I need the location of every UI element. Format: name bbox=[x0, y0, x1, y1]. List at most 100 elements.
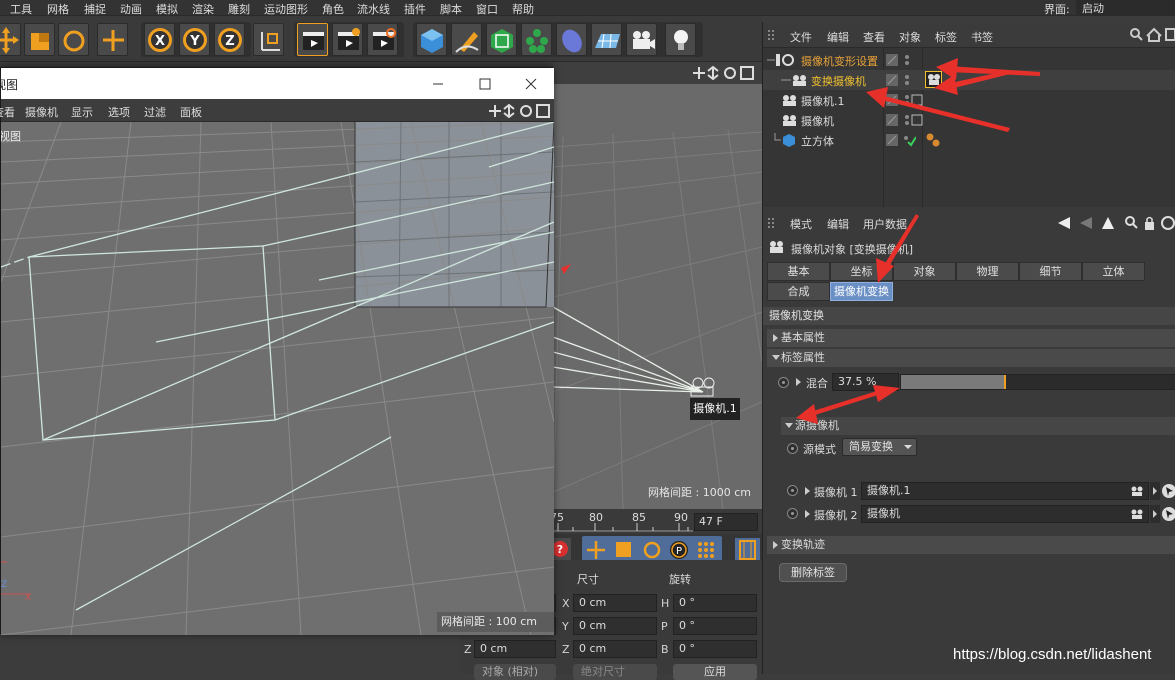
size-mode-select[interactable]: 绝对尺寸 bbox=[573, 664, 657, 680]
rotation-b-field[interactable]: 0 ° bbox=[673, 640, 757, 658]
timeline-button[interactable] bbox=[735, 538, 760, 562]
menu-item-pipeline[interactable]: 流水线 bbox=[357, 1, 390, 17]
menu-item-script[interactable]: 脚本 bbox=[440, 1, 462, 17]
source-mode-radio[interactable] bbox=[787, 443, 798, 454]
render-settings-button[interactable] bbox=[367, 23, 398, 56]
tab-object[interactable]: 对象 bbox=[893, 262, 956, 281]
rotation-p-field[interactable]: 0 ° bbox=[673, 617, 757, 635]
attr-menu-edit[interactable]: 编辑 bbox=[827, 216, 849, 232]
size-z-field[interactable]: 0 cm bbox=[573, 640, 657, 658]
camera-2-pick-button[interactable] bbox=[1162, 505, 1175, 523]
size-x-field[interactable]: 0 cm bbox=[573, 594, 657, 612]
help-button[interactable]: ? bbox=[551, 538, 571, 560]
object-row-camera-morph-null[interactable]: 摄像机变形设置 bbox=[763, 50, 1175, 70]
tab-physical[interactable]: 物理 bbox=[956, 262, 1019, 281]
om-menu-file[interactable]: 文件 bbox=[790, 29, 812, 45]
menu-item-mograph[interactable]: 运动图形 bbox=[264, 1, 308, 17]
tab-compositing[interactable]: 合成 bbox=[767, 282, 830, 301]
menu-item-snap[interactable]: 捕捉 bbox=[84, 1, 106, 17]
visibility-toggle-icon[interactable] bbox=[886, 133, 916, 147]
cloner-button[interactable] bbox=[521, 23, 552, 56]
tab-stereoscopic[interactable]: 立体 bbox=[1082, 262, 1145, 281]
object-row-camera-1[interactable]: 摄像机.1 bbox=[763, 90, 1175, 110]
object-row-camera[interactable]: 摄像机 bbox=[763, 110, 1175, 130]
om-menu-tags[interactable]: 标签 bbox=[935, 29, 957, 45]
visibility-toggle-icon[interactable] bbox=[886, 53, 916, 67]
blend-field[interactable]: 37.5 % bbox=[832, 373, 899, 391]
move-tool-button[interactable] bbox=[0, 23, 21, 56]
window-titlebar[interactable]: 视图 bbox=[0, 68, 554, 99]
menu-item-render[interactable]: 渲染 bbox=[192, 1, 214, 17]
camera-viewport[interactable]: Z X 视图 网格间距 : 100 cm bbox=[1, 122, 554, 635]
vmenu-cameras[interactable]: 摄像机 bbox=[25, 104, 58, 120]
camera-1-menu-button[interactable] bbox=[1150, 482, 1160, 500]
main-viewport[interactable]: 摄像机.1 网格间距 : 1000 cm bbox=[553, 62, 762, 509]
om-menu-objects[interactable]: 对象 bbox=[899, 29, 921, 45]
visibility-toggle-icon[interactable] bbox=[886, 73, 916, 87]
tab-camera-morph[interactable]: 摄像机变换 bbox=[830, 282, 893, 301]
size-y-field[interactable]: 0 cm bbox=[573, 617, 657, 635]
y-axis-button[interactable]: Y bbox=[179, 23, 210, 56]
tab-basic[interactable]: 基本 bbox=[767, 262, 830, 281]
menu-item-simulate[interactable]: 模拟 bbox=[156, 1, 178, 17]
floor-button[interactable] bbox=[591, 23, 622, 56]
group-morph-path[interactable]: 变换轨迹 bbox=[767, 536, 1175, 554]
menu-item-window[interactable]: 窗口 bbox=[476, 1, 498, 17]
morph-camera-tag[interactable] bbox=[925, 71, 942, 88]
timeline-ruler[interactable]: 75 80 85 90 47 F bbox=[550, 509, 762, 534]
animate-blend-radio[interactable] bbox=[778, 377, 789, 388]
camera-1-pick-button[interactable] bbox=[1162, 482, 1175, 500]
x-axis-button[interactable]: X bbox=[144, 23, 175, 56]
blend-slider-handle[interactable] bbox=[1004, 375, 1006, 389]
menu-item-character[interactable]: 角色 bbox=[322, 1, 344, 17]
visibility-toggle-icon[interactable] bbox=[886, 93, 926, 107]
attr-menu-mode[interactable]: 模式 bbox=[790, 216, 812, 232]
vmenu-display[interactable]: 显示 bbox=[71, 104, 93, 120]
om-menu-bookmarks[interactable]: 书签 bbox=[971, 29, 993, 45]
menu-item-tools[interactable]: 工具 bbox=[10, 1, 32, 17]
vmenu-filter[interactable]: 过滤 bbox=[144, 104, 166, 120]
object-row-cube[interactable]: 立方体 bbox=[763, 130, 1175, 150]
z-axis-button[interactable]: Z bbox=[214, 23, 245, 56]
camera-2-link-field[interactable]: 摄像机 bbox=[861, 505, 1149, 523]
menu-item-animate[interactable]: 动画 bbox=[120, 1, 142, 17]
visibility-toggle-icon[interactable] bbox=[886, 113, 926, 127]
light-button[interactable] bbox=[665, 23, 696, 56]
vmenu-options[interactable]: 选项 bbox=[108, 104, 130, 120]
camera-2-menu-button[interactable] bbox=[1150, 505, 1160, 523]
apply-button[interactable]: 应用 bbox=[673, 664, 757, 680]
pen-button[interactable] bbox=[451, 23, 482, 56]
menu-item-help[interactable]: 帮助 bbox=[512, 1, 534, 17]
group-basic-properties[interactable]: 基本属性 bbox=[767, 329, 1175, 347]
group-tag-properties[interactable]: 标签属性 bbox=[767, 349, 1175, 367]
menu-item-plugins[interactable]: 插件 bbox=[404, 1, 426, 17]
object-row-morph-camera[interactable]: 变换摄像机 bbox=[763, 70, 1175, 90]
delete-tag-button[interactable]: 删除标签 bbox=[779, 563, 847, 582]
rotate-tool-button[interactable] bbox=[58, 23, 89, 56]
position-z-field[interactable]: 0 cm bbox=[474, 640, 556, 658]
om-menu-view[interactable]: 查看 bbox=[863, 29, 885, 45]
tab-details[interactable]: 细节 bbox=[1019, 262, 1082, 281]
menu-item-mesh[interactable]: 网格 bbox=[47, 1, 69, 17]
cube-button[interactable] bbox=[416, 23, 447, 56]
camera-1-link-field[interactable]: 摄像机.1 bbox=[861, 482, 1149, 500]
vmenu-view[interactable]: 查看 bbox=[0, 104, 15, 120]
viewport-nav-icons[interactable] bbox=[693, 66, 758, 80]
camera-2-radio[interactable] bbox=[787, 508, 798, 519]
attr-menu-userdata[interactable]: 用户数据 bbox=[863, 216, 907, 232]
blend-slider[interactable] bbox=[900, 374, 1175, 390]
rotation-h-field[interactable]: 0 ° bbox=[673, 594, 757, 612]
vmenu-panel[interactable]: 面板 bbox=[180, 104, 202, 120]
menu-item-sculpt[interactable]: 雕刻 bbox=[228, 1, 250, 17]
coordinate-mode-select[interactable]: 对象 (相对) bbox=[474, 664, 556, 680]
live-select-button[interactable] bbox=[97, 23, 128, 56]
deformer-button[interactable] bbox=[556, 23, 587, 56]
scale-tool-button[interactable] bbox=[24, 23, 55, 56]
om-menu-edit[interactable]: 编辑 bbox=[827, 29, 849, 45]
subdivision-button[interactable] bbox=[486, 23, 517, 56]
tab-coord[interactable]: 坐标 bbox=[830, 262, 893, 281]
camera-button[interactable] bbox=[626, 23, 657, 56]
render-picture-viewer-button[interactable] bbox=[332, 23, 363, 56]
frame-field[interactable]: 47 F bbox=[694, 513, 758, 531]
viewport-nav-icons-2[interactable] bbox=[489, 104, 551, 118]
